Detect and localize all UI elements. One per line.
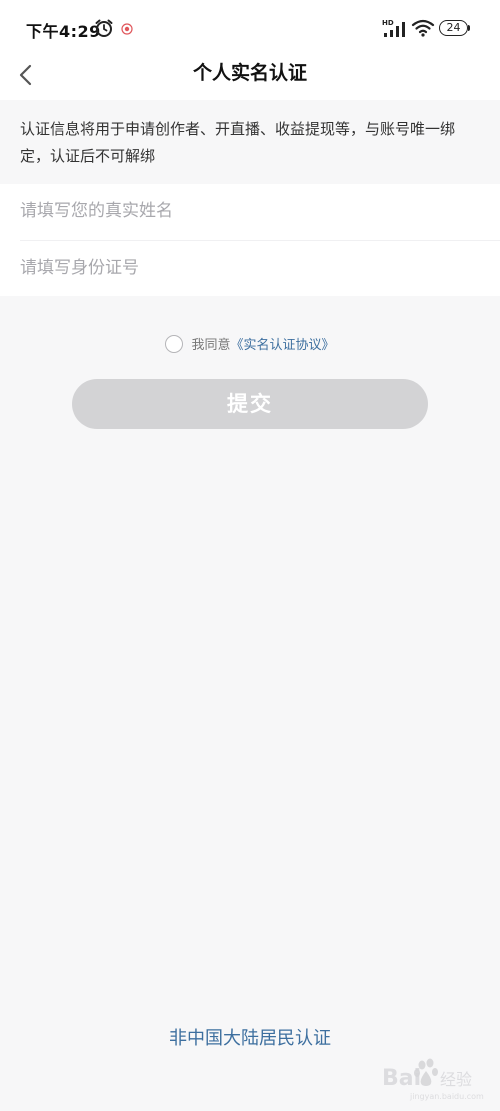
status-bar: 下午4:29 HD 24 [0,0,500,50]
agreement-row: 我同意《实名认证协议》 [0,334,500,358]
non-mainland-verification-link[interactable]: 非中国大陆居民认证 [0,1026,500,1052]
baidu-watermark-logo: Bai 经验 jingyan.baidu.com [382,1058,484,1101]
svg-text:HD: HD [382,19,394,27]
wifi-icon [411,19,435,37]
svg-text:jingyan.baidu.com: jingyan.baidu.com [409,1092,484,1101]
alarm-icon [95,19,113,37]
notice-text: 认证信息将用于申请创作者、开直播、收益提现等，与账号唯一绑定，认证后不可解绑 [0,100,500,184]
form-card [0,184,500,296]
real-name-input[interactable] [20,184,500,238]
battery-level: 24 [446,21,461,34]
agree-checkbox[interactable] [165,335,184,353]
nav-bar: 个人实名认证 [0,50,500,100]
page-title: 个人实名认证 [192,62,307,84]
svg-text:经验: 经验 [440,1070,472,1089]
id-number-input[interactable] [20,241,500,295]
record-icon [121,23,133,35]
svg-text:Bai: Bai [382,1066,421,1091]
agree-text: 我同意 [191,338,231,353]
battery-tip [468,25,470,31]
status-time: 下午4:29 [26,22,101,41]
agreement-link[interactable]: 《实名认证协议》 [231,338,335,353]
battery-icon: 24 [439,20,468,36]
submit-button[interactable]: 提交 [72,379,428,429]
hd-signal-icon: HD [382,19,405,37]
